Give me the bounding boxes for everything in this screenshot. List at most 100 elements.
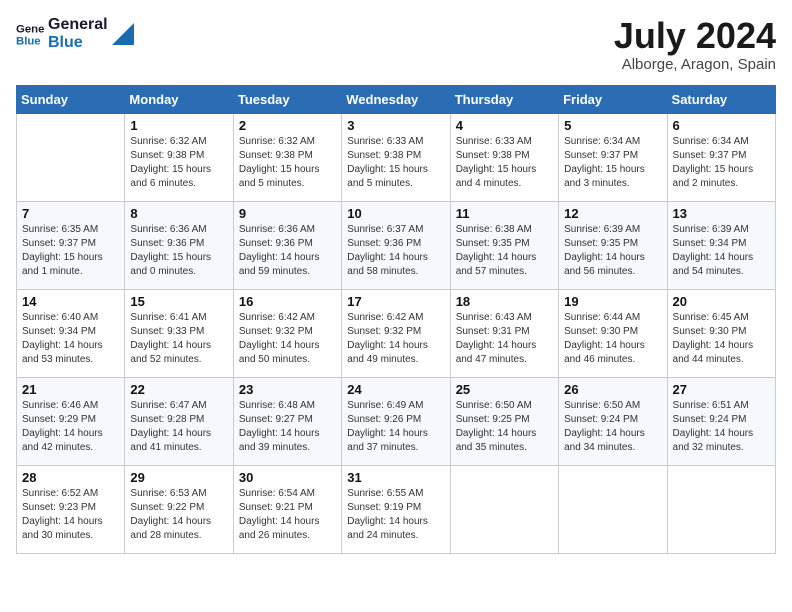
calendar-cell: 31Sunrise: 6:55 AMSunset: 9:19 PMDayligh…	[342, 465, 450, 553]
cell-info: Sunrise: 6:47 AMSunset: 9:28 PMDaylight:…	[130, 399, 227, 455]
day-number: 1	[130, 118, 227, 133]
day-number: 23	[239, 382, 336, 397]
calendar-table: SundayMondayTuesdayWednesdayThursdayFrid…	[16, 85, 776, 554]
calendar-cell: 4 Sunrise: 6:33 AMSunset: 9:38 PMDaylight…	[450, 113, 558, 201]
calendar-cell: 27Sunrise: 6:51 AMSunset: 9:24 PMDayligh…	[667, 377, 775, 465]
calendar-cell: 18 Sunrise: 6:43 AMSunset: 9:31 PMDayligh…	[450, 289, 558, 377]
day-number: 17	[347, 294, 444, 309]
day-number: 31	[347, 470, 444, 485]
cell-info: Sunrise: 6:48 AMSunset: 9:27 PMDaylight:…	[239, 399, 336, 455]
day-number: 24	[347, 382, 444, 397]
calendar-week-5: 28Sunrise: 6:52 AMSunset: 9:23 PMDayligh…	[17, 465, 776, 553]
calendar-week-2: 7 Sunrise: 6:35 AMSunset: 9:37 PMDaylight…	[17, 201, 776, 289]
day-number: 14	[22, 294, 119, 309]
svg-text:General: General	[16, 23, 44, 35]
cell-info: Sunrise: 6:51 AMSunset: 9:24 PMDaylight:…	[673, 399, 770, 455]
calendar-cell: 19 Sunrise: 6:44 AMSunset: 9:30 PMDayligh…	[559, 289, 667, 377]
day-number: 10	[347, 206, 444, 221]
calendar-header: SundayMondayTuesdayWednesdayThursdayFrid…	[17, 85, 776, 113]
day-number: 11	[456, 206, 553, 221]
calendar-cell: 17 Sunrise: 6:42 AMSunset: 9:32 PMDayligh…	[342, 289, 450, 377]
day-number: 16	[239, 294, 336, 309]
page-header: General Blue General Blue July 2024 Albo…	[16, 16, 776, 73]
day-number: 18	[456, 294, 553, 309]
calendar-cell	[559, 465, 667, 553]
calendar-cell: 1 Sunrise: 6:32 AMSunset: 9:38 PMDaylight…	[125, 113, 233, 201]
cell-info: Sunrise: 6:50 AMSunset: 9:25 PMDaylight:…	[456, 399, 553, 455]
calendar-cell: 6Sunrise: 6:34 AMSunset: 9:37 PMDaylight…	[667, 113, 775, 201]
logo-general: General	[48, 16, 108, 34]
logo: General Blue General Blue	[16, 16, 134, 51]
cell-info: Sunrise: 6:38 AMSunset: 9:35 PMDaylight:…	[456, 223, 553, 279]
svg-text:Blue: Blue	[16, 35, 41, 47]
calendar-cell	[17, 113, 125, 201]
cell-info: Sunrise: 6:41 AMSunset: 9:33 PMDaylight:…	[130, 311, 227, 367]
calendar-cell	[667, 465, 775, 553]
calendar-cell: 9Sunrise: 6:36 AMSunset: 9:36 PMDaylight…	[233, 201, 341, 289]
calendar-cell: 30Sunrise: 6:54 AMSunset: 9:21 PMDayligh…	[233, 465, 341, 553]
weekday-header-tuesday: Tuesday	[233, 85, 341, 113]
cell-info: Sunrise: 6:44 AMSunset: 9:30 PMDaylight:…	[564, 311, 661, 367]
calendar-cell: 11 Sunrise: 6:38 AMSunset: 9:35 PMDayligh…	[450, 201, 558, 289]
day-number: 26	[564, 382, 661, 397]
day-number: 22	[130, 382, 227, 397]
cell-info: Sunrise: 6:37 AMSunset: 9:36 PMDaylight:…	[347, 223, 444, 279]
calendar-cell: 24 Sunrise: 6:49 AMSunset: 9:26 PMDayligh…	[342, 377, 450, 465]
weekday-header-row: SundayMondayTuesdayWednesdayThursdayFrid…	[17, 85, 776, 113]
day-number: 6	[673, 118, 770, 133]
day-number: 19	[564, 294, 661, 309]
day-number: 8	[130, 206, 227, 221]
day-number: 28	[22, 470, 119, 485]
calendar-cell: 20Sunrise: 6:45 AMSunset: 9:30 PMDayligh…	[667, 289, 775, 377]
cell-info: Sunrise: 6:43 AMSunset: 9:31 PMDaylight:…	[456, 311, 553, 367]
cell-info: Sunrise: 6:33 AMSunset: 9:38 PMDaylight:…	[456, 135, 553, 191]
day-number: 15	[130, 294, 227, 309]
weekday-header-wednesday: Wednesday	[342, 85, 450, 113]
day-number: 5	[564, 118, 661, 133]
cell-info: Sunrise: 6:54 AMSunset: 9:21 PMDaylight:…	[239, 487, 336, 543]
day-number: 29	[130, 470, 227, 485]
calendar-cell: 22 Sunrise: 6:47 AMSunset: 9:28 PMDayligh…	[125, 377, 233, 465]
calendar-cell: 14 Sunrise: 6:40 AMSunset: 9:34 PMDayligh…	[17, 289, 125, 377]
calendar-cell	[450, 465, 558, 553]
day-number: 7	[22, 206, 119, 221]
day-number: 12	[564, 206, 661, 221]
cell-info: Sunrise: 6:36 AMSunset: 9:36 PMDaylight:…	[130, 223, 227, 279]
calendar-week-4: 21Sunrise: 6:46 AMSunset: 9:29 PMDayligh…	[17, 377, 776, 465]
day-number: 3	[347, 118, 444, 133]
cell-info: Sunrise: 6:32 AMSunset: 9:38 PMDaylight:…	[130, 135, 227, 191]
cell-info: Sunrise: 6:33 AMSunset: 9:38 PMDaylight:…	[347, 135, 444, 191]
cell-info: Sunrise: 6:39 AMSunset: 9:35 PMDaylight:…	[564, 223, 661, 279]
logo-blue: Blue	[48, 34, 108, 52]
calendar-cell: 10 Sunrise: 6:37 AMSunset: 9:36 PMDayligh…	[342, 201, 450, 289]
cell-info: Sunrise: 6:32 AMSunset: 9:38 PMDaylight:…	[239, 135, 336, 191]
day-number: 25	[456, 382, 553, 397]
calendar-cell: 5 Sunrise: 6:34 AMSunset: 9:37 PMDaylight…	[559, 113, 667, 201]
cell-info: Sunrise: 6:42 AMSunset: 9:32 PMDaylight:…	[347, 311, 444, 367]
cell-info: Sunrise: 6:39 AMSunset: 9:34 PMDaylight:…	[673, 223, 770, 279]
calendar-cell: 25 Sunrise: 6:50 AMSunset: 9:25 PMDayligh…	[450, 377, 558, 465]
calendar-cell: 26Sunrise: 6:50 AMSunset: 9:24 PMDayligh…	[559, 377, 667, 465]
cell-info: Sunrise: 6:40 AMSunset: 9:34 PMDaylight:…	[22, 311, 119, 367]
logo-icon: General Blue	[16, 20, 44, 48]
day-number: 9	[239, 206, 336, 221]
calendar-cell: 8 Sunrise: 6:36 AMSunset: 9:36 PMDaylight…	[125, 201, 233, 289]
day-number: 20	[673, 294, 770, 309]
location-subtitle: Alborge, Aragon, Spain	[614, 56, 776, 73]
calendar-cell: 3 Sunrise: 6:33 AMSunset: 9:38 PMDaylight…	[342, 113, 450, 201]
weekday-header-monday: Monday	[125, 85, 233, 113]
calendar-cell: 29 Sunrise: 6:53 AMSunset: 9:22 PMDayligh…	[125, 465, 233, 553]
calendar-cell: 15 Sunrise: 6:41 AMSunset: 9:33 PMDayligh…	[125, 289, 233, 377]
weekday-header-friday: Friday	[559, 85, 667, 113]
day-number: 4	[456, 118, 553, 133]
cell-info: Sunrise: 6:34 AMSunset: 9:37 PMDaylight:…	[564, 135, 661, 191]
day-number: 2	[239, 118, 336, 133]
cell-info: Sunrise: 6:35 AMSunset: 9:37 PMDaylight:…	[22, 223, 119, 279]
calendar-cell: 12 Sunrise: 6:39 AMSunset: 9:35 PMDayligh…	[559, 201, 667, 289]
day-number: 21	[22, 382, 119, 397]
cell-info: Sunrise: 6:49 AMSunset: 9:26 PMDaylight:…	[347, 399, 444, 455]
cell-info: Sunrise: 6:53 AMSunset: 9:22 PMDaylight:…	[130, 487, 227, 543]
calendar-cell: 21Sunrise: 6:46 AMSunset: 9:29 PMDayligh…	[17, 377, 125, 465]
month-title: July 2024	[614, 16, 776, 56]
title-block: July 2024 Alborge, Aragon, Spain	[614, 16, 776, 73]
